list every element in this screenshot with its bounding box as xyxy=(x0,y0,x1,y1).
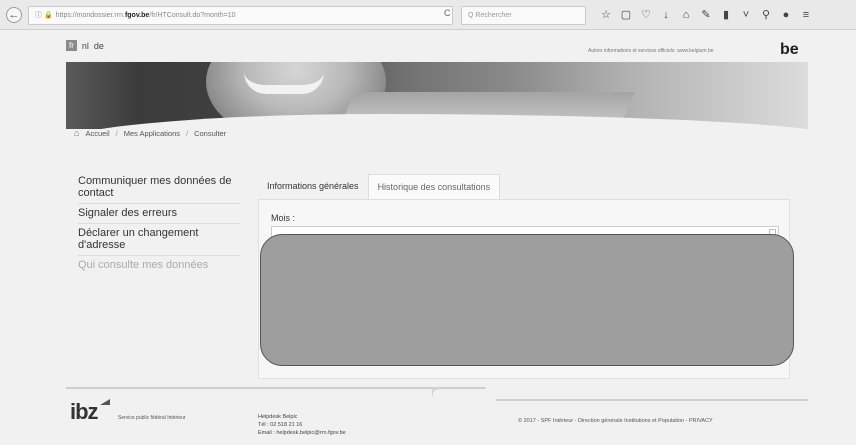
browser-toolbar: ← ⓘ 🔒 https://mondossier.rrn.fgov.be/fr/H… xyxy=(0,0,856,30)
menu-icon[interactable]: ≡ xyxy=(796,7,816,23)
sync-icon[interactable]: ⚲ xyxy=(756,7,776,23)
tab-bar: Informations générales Historique des co… xyxy=(258,174,501,200)
helpdesk-info: Helpdesk Belpic Tél : 02 518 21 16 Email… xyxy=(258,413,346,437)
sidebar-item-errors[interactable]: Signaler des erreurs xyxy=(78,204,240,224)
reload-button[interactable]: C xyxy=(444,8,451,18)
breadcrumb-separator: / xyxy=(186,128,189,138)
helpdesk-email[interactable]: Email : helpdesk.belpic@rrn.fgov.be xyxy=(258,429,346,437)
download-icon[interactable]: ↓ xyxy=(656,7,676,23)
extension-icon[interactable]: ▮ xyxy=(716,7,736,23)
sidebar-item-contact[interactable]: Communiquer mes données de contact xyxy=(78,172,240,204)
sidebar-item-consult[interactable]: Qui consulte mes données xyxy=(78,256,240,275)
footer-divider xyxy=(66,387,808,401)
ibz-service-name: Service public fédéral Intérieur xyxy=(118,415,186,421)
helpdesk-title: Helpdesk Belpic xyxy=(258,414,298,420)
pocket-icon[interactable]: ♡ xyxy=(636,7,656,23)
language-switcher: fr nl de xyxy=(66,40,104,51)
breadcrumb-current: Consulter xyxy=(194,128,227,138)
home-icon[interactable]: ⌂ xyxy=(676,7,696,23)
lang-fr[interactable]: fr xyxy=(66,40,77,51)
reading-list-icon[interactable]: ▢ xyxy=(616,7,636,23)
belgium-logo[interactable]: be xyxy=(780,41,799,59)
back-button[interactable]: ← xyxy=(6,7,22,23)
address-bar[interactable]: ⓘ 🔒 https://mondossier.rrn.fgov.be/fr/HTC… xyxy=(28,6,453,25)
tab-general-info[interactable]: Informations générales xyxy=(258,174,368,200)
helpdesk-phone: Tél : 02 518 21 16 xyxy=(258,422,303,428)
gov-info-link[interactable]: Autres informations et services officiel… xyxy=(588,48,714,54)
breadcrumb-apps[interactable]: Mes Applications xyxy=(124,129,180,138)
lock-icon: ⓘ 🔒 xyxy=(35,12,53,19)
home-icon[interactable]: ⌂ xyxy=(74,128,79,138)
url-prefix: https://mondossier.rrn. xyxy=(55,12,125,19)
chevron-down-icon[interactable]: ˅ xyxy=(736,7,756,23)
edit-icon[interactable]: ✎ xyxy=(696,7,716,23)
sidebar-item-address[interactable]: Déclarer un changement d'adresse xyxy=(78,224,240,256)
banner-curve xyxy=(66,114,808,129)
browser-search-input[interactable]: Q Rechercher xyxy=(461,6,586,25)
lang-de[interactable]: de xyxy=(94,41,104,51)
redacted-area xyxy=(260,234,794,366)
tab-consult-history[interactable]: Historique des consultations xyxy=(367,174,501,200)
bookmark-star-icon[interactable]: ☆ xyxy=(596,7,616,23)
lang-nl[interactable]: nl xyxy=(82,41,89,51)
blocker-icon[interactable]: ● xyxy=(776,7,796,23)
sidebar-nav: Communiquer mes données de contact Signa… xyxy=(78,172,240,275)
banner-photo-detail xyxy=(244,72,324,94)
hero-banner xyxy=(66,62,808,129)
url-domain: fgov.be xyxy=(124,12,150,19)
browser-toolbar-icons: ☆ ▢ ♡ ↓ ⌂ ✎ ▮ ˅ ⚲ ● ≡ xyxy=(596,7,816,23)
breadcrumb-home[interactable]: Accueil xyxy=(85,129,109,138)
month-label: Mois : xyxy=(271,213,296,223)
breadcrumb-separator: / xyxy=(115,128,118,138)
ibz-logo[interactable]: ibz xyxy=(70,399,99,425)
breadcrumb: ⌂ Accueil / Mes Applications / Consulter xyxy=(74,128,226,138)
url-suffix: /fr/HTConsult.do?month=10 xyxy=(149,12,236,19)
footer-copyright: © 2017 - SPF Intérieur - Direction génér… xyxy=(518,418,713,424)
